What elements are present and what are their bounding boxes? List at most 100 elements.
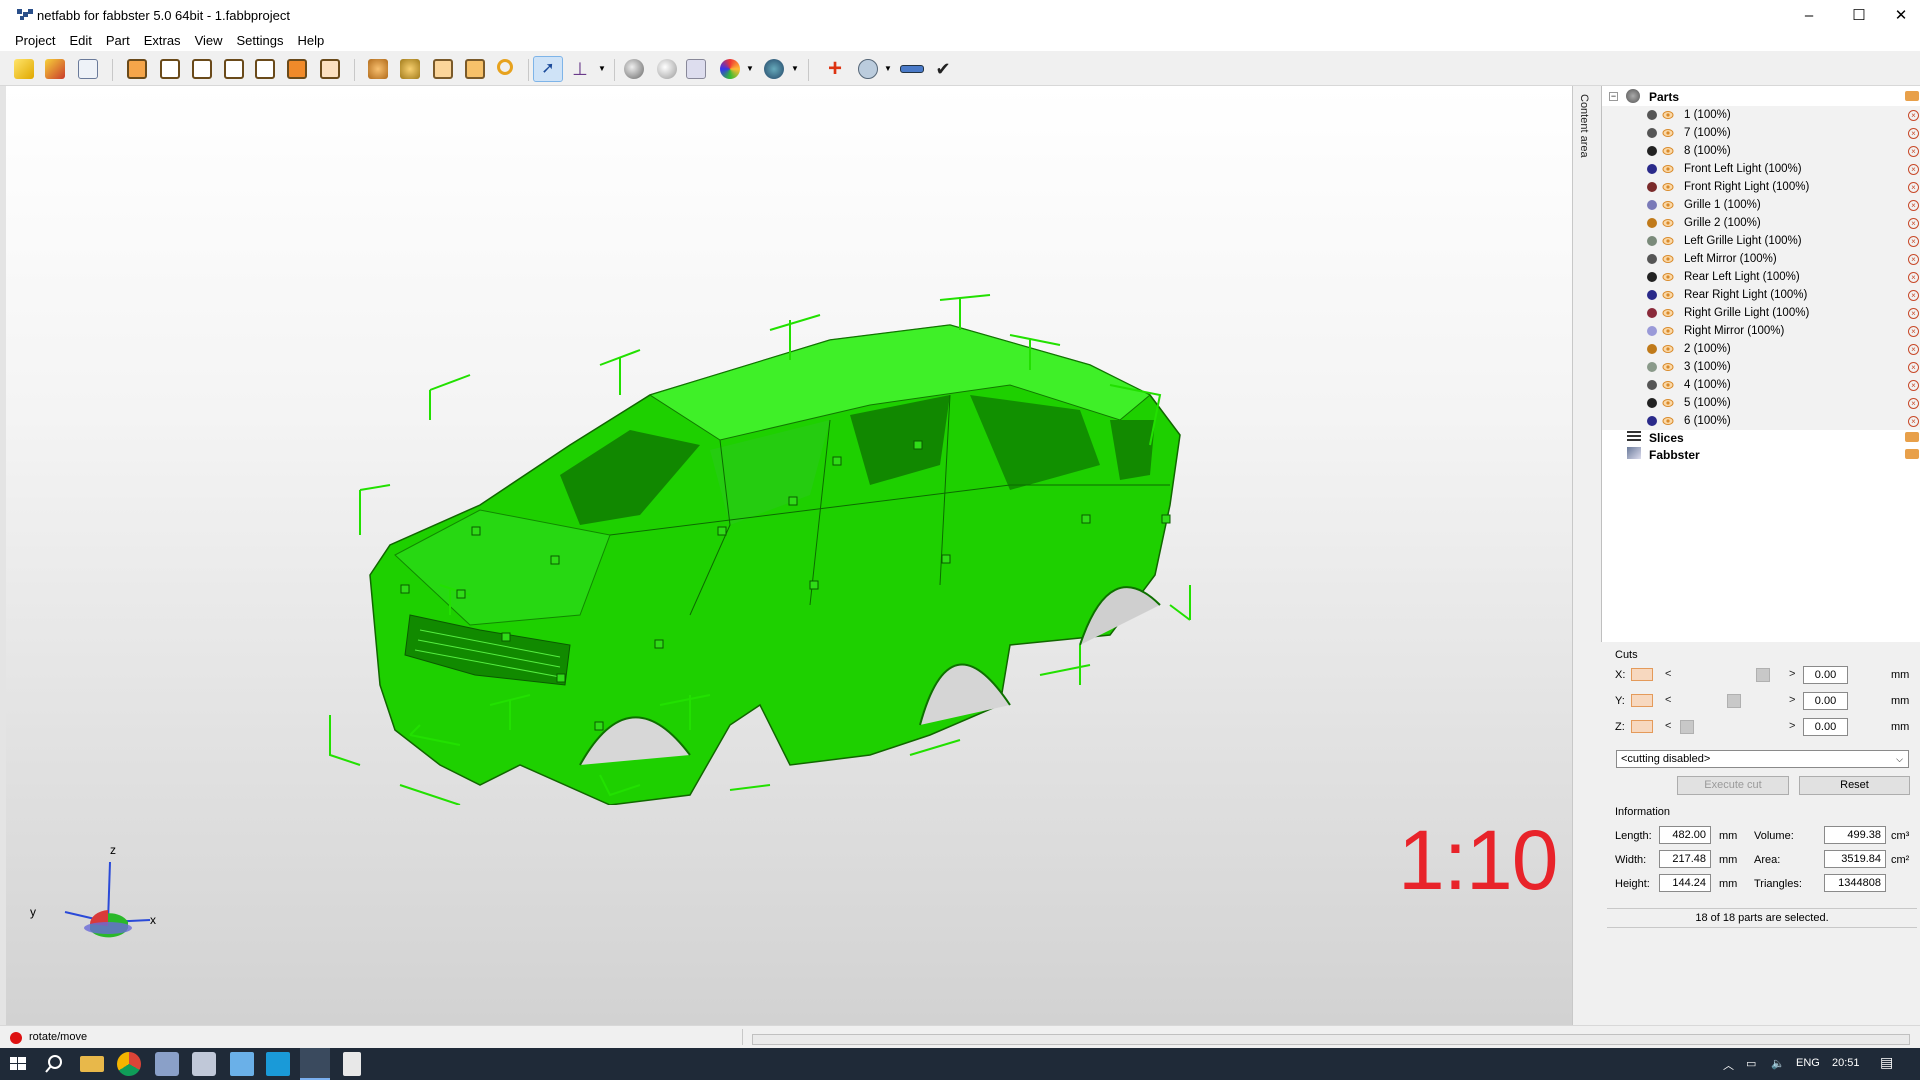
reset-button[interactable]: Reset: [1799, 776, 1910, 795]
menu-project[interactable]: Project: [0, 30, 62, 51]
view-options-icon[interactable]: [764, 59, 784, 79]
menu-view[interactable]: View: [188, 30, 230, 51]
cut-color-swatch[interactable]: [1631, 668, 1653, 681]
chevron-down-icon[interactable]: ▼: [791, 59, 799, 79]
zoom-platform-icon[interactable]: [433, 59, 453, 79]
remove-part-icon[interactable]: ×: [1908, 182, 1919, 193]
tree-part-item[interactable]: 1 (100%) ×: [1602, 106, 1920, 124]
visibility-eye-icon[interactable]: [1662, 127, 1674, 139]
analysis-icon[interactable]: [858, 59, 878, 79]
folder-options-icon[interactable]: [1905, 91, 1919, 101]
tree-part-item[interactable]: Right Mirror (100%) ×: [1602, 322, 1920, 340]
arrow-right-icon[interactable]: >: [1789, 668, 1795, 680]
cut-value-input[interactable]: 0.00: [1803, 692, 1848, 710]
app-icon-1[interactable]: [155, 1052, 179, 1076]
part-color-swatch[interactable]: [1647, 236, 1657, 246]
visibility-eye-icon[interactable]: [1662, 307, 1674, 319]
tree-part-item[interactable]: 3 (100%) ×: [1602, 358, 1920, 376]
chevron-down-icon[interactable]: ▼: [746, 59, 754, 79]
remove-part-icon[interactable]: ×: [1908, 362, 1919, 373]
remove-part-icon[interactable]: ×: [1908, 308, 1919, 319]
zoom-icon[interactable]: [497, 59, 513, 75]
remove-part-icon[interactable]: ×: [1908, 290, 1919, 301]
clock[interactable]: 20:51: [1832, 1057, 1860, 1069]
cut-color-swatch[interactable]: [1631, 720, 1653, 733]
tree-part-item[interactable]: Left Mirror (100%) ×: [1602, 250, 1920, 268]
part-color-swatch[interactable]: [1647, 254, 1657, 264]
view-right-icon[interactable]: [224, 59, 244, 79]
collapse-toggle-icon[interactable]: −: [1609, 92, 1618, 101]
tree-part-item[interactable]: 2 (100%) ×: [1602, 340, 1920, 358]
folder-options-icon[interactable]: [1905, 432, 1919, 442]
arrow-right-icon[interactable]: >: [1789, 720, 1795, 732]
app-icon-2[interactable]: [192, 1052, 216, 1076]
arrow-left-icon[interactable]: <: [1665, 720, 1671, 732]
tree-part-item[interactable]: Front Left Light (100%) ×: [1602, 160, 1920, 178]
tree-part-item[interactable]: Front Right Light (100%) ×: [1602, 178, 1920, 196]
visibility-eye-icon[interactable]: [1662, 397, 1674, 409]
cutting-mode-select[interactable]: <cutting disabled> ⌵: [1616, 750, 1909, 768]
remove-part-icon[interactable]: ×: [1908, 398, 1919, 409]
tree-part-item[interactable]: Rear Right Light (100%) ×: [1602, 286, 1920, 304]
tree-root-fabbster[interactable]: Fabbster: [1649, 446, 1700, 464]
cut-slider-thumb[interactable]: [1727, 694, 1741, 708]
open-project-icon[interactable]: [14, 59, 34, 79]
view-left-icon[interactable]: [192, 59, 212, 79]
coordinate-system-icon[interactable]: ⊥: [570, 59, 590, 79]
part-color-swatch[interactable]: [1647, 200, 1657, 210]
visibility-eye-icon[interactable]: [1662, 289, 1674, 301]
part-color-swatch[interactable]: [1647, 362, 1657, 372]
visibility-eye-icon[interactable]: [1662, 361, 1674, 373]
notepad-icon[interactable]: [230, 1052, 254, 1076]
file-explorer-icon[interactable]: [80, 1056, 104, 1072]
maximize-button[interactable]: ☐: [1836, 0, 1882, 30]
visibility-eye-icon[interactable]: [1662, 253, 1674, 265]
zoom-selection-icon[interactable]: [368, 59, 388, 79]
arrow-left-icon[interactable]: <: [1665, 668, 1671, 680]
chevron-up-icon[interactable]: ︿: [1723, 1057, 1734, 1073]
part-color-swatch[interactable]: [1647, 398, 1657, 408]
remove-part-icon[interactable]: ×: [1908, 218, 1919, 229]
search-icon[interactable]: [42, 1052, 66, 1076]
remove-part-icon[interactable]: ×: [1908, 272, 1919, 283]
menu-edit[interactable]: Edit: [62, 30, 98, 51]
minimize-button[interactable]: –: [1786, 0, 1832, 30]
part-color-swatch[interactable]: [1647, 326, 1657, 336]
notifications-icon[interactable]: ▤: [1880, 1054, 1893, 1071]
part-color-swatch[interactable]: [1647, 290, 1657, 300]
remove-part-icon[interactable]: ×: [1908, 146, 1919, 157]
execute-cut-button[interactable]: Execute cut: [1677, 776, 1789, 795]
view-top-icon[interactable]: [255, 59, 275, 79]
part-color-swatch[interactable]: [1647, 272, 1657, 282]
add-part-icon[interactable]: [45, 59, 65, 79]
tree-part-item[interactable]: 8 (100%) ×: [1602, 142, 1920, 160]
tree-part-item[interactable]: 4 (100%) ×: [1602, 376, 1920, 394]
menu-help[interactable]: Help: [291, 30, 332, 51]
tree-part-item[interactable]: Grille 1 (100%) ×: [1602, 196, 1920, 214]
tree-part-item[interactable]: Right Grille Light (100%) ×: [1602, 304, 1920, 322]
arrow-left-icon[interactable]: <: [1665, 694, 1671, 706]
part-color-swatch[interactable]: [1647, 344, 1657, 354]
content-area-tab[interactable]: Content area: [1578, 94, 1590, 158]
part-color-swatch[interactable]: [1647, 416, 1657, 426]
visibility-eye-icon[interactable]: [1662, 199, 1674, 211]
project-info-icon[interactable]: [78, 59, 98, 79]
cut-value-input[interactable]: 0.00: [1803, 666, 1848, 684]
remove-part-icon[interactable]: ×: [1908, 128, 1919, 139]
visibility-eye-icon[interactable]: [1662, 109, 1674, 121]
windows-start-icon[interactable]: [6, 1052, 30, 1076]
network-icon[interactable]: ▭: [1746, 1057, 1756, 1070]
zoom-all-icon[interactable]: [400, 59, 420, 79]
volume-icon[interactable]: 🔈: [1771, 1057, 1785, 1070]
visibility-eye-icon[interactable]: [1662, 217, 1674, 229]
part-color-swatch[interactable]: [1647, 110, 1657, 120]
app-icon-3[interactable]: [266, 1052, 290, 1076]
visibility-eye-icon[interactable]: [1662, 325, 1674, 337]
remove-part-icon[interactable]: ×: [1908, 326, 1919, 337]
cut-slider-thumb[interactable]: [1680, 720, 1694, 734]
remove-part-icon[interactable]: ×: [1908, 344, 1919, 355]
tree-part-item[interactable]: 6 (100%) ×: [1602, 412, 1920, 430]
tree-part-item[interactable]: Left Grille Light (100%) ×: [1602, 232, 1920, 250]
visibility-eye-icon[interactable]: [1662, 235, 1674, 247]
visibility-eye-icon[interactable]: [1662, 163, 1674, 175]
